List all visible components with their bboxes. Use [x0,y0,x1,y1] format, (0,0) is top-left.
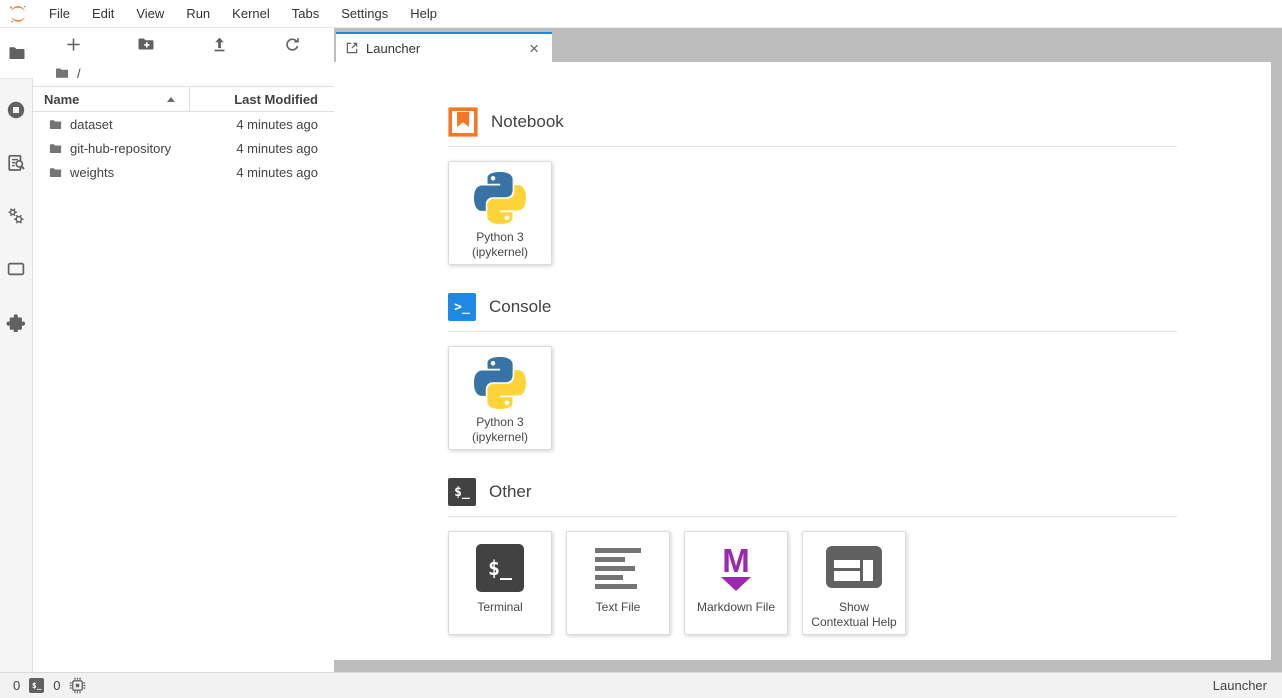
file-search-icon [6,153,26,173]
terminal-icon: $_ [448,478,476,506]
menu-kernel[interactable]: Kernel [221,0,281,28]
launcher-panel: Notebook Python 3 (ipykernel) [334,62,1271,660]
close-icon[interactable]: × [525,40,543,57]
file-row-dataset[interactable]: dataset 4 minutes ago [33,112,334,136]
menu-help[interactable]: Help [399,0,448,28]
file-modified: 4 minutes ago [236,117,334,132]
text-file-icon [595,548,641,589]
file-browser-panel: / Name Last Modified dataset 4 minutes a… [33,28,334,672]
section-title: Console [489,297,551,317]
refresh-button[interactable] [280,32,304,56]
python-logo-icon [474,357,526,409]
name-column-label: Name [44,92,79,107]
file-row-weights[interactable]: weights 4 minutes ago [33,160,334,184]
launcher-card-notebook-python3[interactable]: Python 3 (ipykernel) [448,161,552,265]
menu-file[interactable]: File [38,0,81,28]
status-mode-label: Launcher [1213,678,1282,693]
file-browser-toolbar [33,28,334,60]
file-name: weights [70,165,114,180]
terminal-icon: $_ [476,544,524,592]
menu-bar: File Edit View Run Kernel Tabs Settings … [0,0,1282,28]
menu-run[interactable]: Run [175,0,221,28]
section-notebook: Notebook Python 3 (ipykernel) [448,107,1177,265]
sidebar-item-extension-manager[interactable] [0,295,32,348]
breadcrumb: / [33,60,334,86]
section-header-notebook: Notebook [448,107,1177,137]
section-divider [448,516,1177,517]
notebook-icon [448,107,478,137]
launcher-card-show-contextual-help[interactable]: Show Contextual Help [802,531,906,635]
terminals-count: 0 [13,678,20,693]
folder-icon [48,141,63,156]
card-label: Python 3 (ipykernel) [468,230,532,260]
section-header-console: >_ Console [448,292,1177,322]
gears-icon [6,206,26,226]
column-header-name[interactable]: Name [33,87,190,111]
puzzle-icon [6,312,26,332]
column-header-last-modified[interactable]: Last Modified [190,87,334,111]
markdown-icon: M [721,545,751,591]
section-divider [448,146,1177,147]
kernel-chip-icon [69,677,86,694]
folder-icon [48,117,63,132]
card-label: Terminal [473,600,526,615]
section-title: Other [489,482,532,502]
new-folder-button[interactable] [134,32,158,56]
section-title: Notebook [491,112,564,132]
terminal-icon: $_ [29,678,44,693]
menu-settings[interactable]: Settings [330,0,399,28]
section-other: $_ Other $_ Terminal [448,477,1177,635]
last-modified-column-label: Last Modified [234,92,318,107]
contextual-help-icon [826,542,882,594]
sidebar-item-open-tabs[interactable] [0,242,32,295]
console-icon: >_ [448,293,476,321]
python-logo-icon [474,172,526,224]
file-row-git-hub-repository[interactable]: git-hub-repository 4 minutes ago [33,136,334,160]
launcher-tab-icon [345,41,359,55]
sidebar-item-file-browser[interactable] [0,28,33,78]
stop-circle-icon [6,100,26,120]
tab-outline-icon [6,259,26,279]
file-name: git-hub-repository [70,141,171,156]
file-list-header: Name Last Modified [33,86,334,112]
file-name: dataset [70,117,113,132]
launcher-card-terminal[interactable]: $_ Terminal [448,531,552,635]
sidebar-item-running-kernels[interactable] [0,83,32,136]
card-label: Text File [592,600,645,615]
tab-bar: Launcher × [334,28,1282,62]
sidebar-item-inspector[interactable] [0,136,32,189]
section-header-other: $_ Other [448,477,1177,507]
file-modified: 4 minutes ago [236,165,334,180]
jupyter-logo-icon [8,4,28,24]
card-label: Show Contextual Help [807,600,900,630]
kernels-count: 0 [53,678,60,693]
tab-launcher[interactable]: Launcher × [336,32,552,62]
launcher-card-text-file[interactable]: Text File [566,531,670,635]
file-modified: 4 minutes ago [236,141,334,156]
card-label: Python 3 (ipykernel) [468,415,532,445]
new-launcher-button[interactable] [61,32,85,56]
main-dock-area: Launcher × Notebook [334,28,1282,672]
menu-tabs[interactable]: Tabs [281,0,330,28]
section-divider [448,331,1177,332]
breadcrumb-root[interactable]: / [77,66,81,81]
launcher-card-console-python3[interactable]: Python 3 (ipykernel) [448,346,552,450]
menu-edit[interactable]: Edit [81,0,125,28]
folder-icon [7,43,27,63]
tab-label: Launcher [366,41,420,56]
launcher-card-markdown-file[interactable]: M Markdown File [684,531,788,635]
folder-icon[interactable] [54,65,70,81]
sidebar-item-property-inspector[interactable] [0,189,32,242]
section-console: >_ Console Python 3 ( [448,292,1177,450]
upload-button[interactable] [207,32,231,56]
left-activity-bar [0,28,33,672]
sort-ascending-icon [167,97,175,102]
card-label: Markdown File [693,600,779,615]
status-bar: 0 $_ 0 Launcher [0,672,1282,698]
folder-icon [48,165,63,180]
kernel-terminal-status[interactable]: 0 $_ 0 [0,677,86,694]
menu-view[interactable]: View [125,0,175,28]
